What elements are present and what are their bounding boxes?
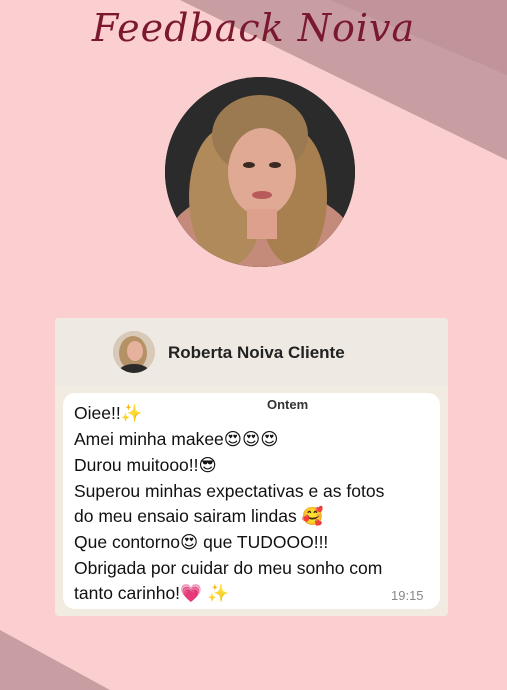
- message-line: Oiee!!✨: [74, 401, 444, 427]
- line-text: Durou muitooo!!: [74, 455, 199, 475]
- line-text: Obrigada por cuidar do meu sonho com: [74, 558, 383, 578]
- sparkles-icon: ✨: [120, 404, 143, 424]
- bride-profile-photo: [165, 77, 355, 267]
- whatsapp-chat-screenshot: Roberta Noiva Cliente Ontem Oiee!!✨ Amei…: [55, 318, 448, 616]
- contact-avatar[interactable]: [113, 331, 155, 373]
- message-text: Oiee!!✨ Amei minha makee😍😍😍 Durou muitoo…: [74, 401, 444, 607]
- chat-header: Roberta Noiva Cliente: [55, 318, 448, 386]
- line-text: que TUDOOO!!!: [198, 532, 329, 552]
- message-line: Superou minhas expectativas e as fotos: [74, 479, 444, 504]
- line-text: Oiee!!: [74, 403, 121, 423]
- heart-eyes-icon: 😍😍😍: [223, 430, 279, 450]
- message-line: Obrigada por cuidar do meu sonho com: [74, 556, 444, 581]
- line-text: tanto carinho!: [74, 583, 181, 603]
- message-time: 19:15: [391, 588, 424, 603]
- line-text: do meu ensaio sairam lindas: [74, 506, 302, 526]
- line-text: Amei minha makee: [74, 429, 224, 449]
- heart-eyes-icon: 😍: [180, 533, 199, 553]
- contact-name[interactable]: Roberta Noiva Cliente: [168, 343, 345, 363]
- line-text: Superou minhas expectativas e as fotos: [74, 481, 385, 501]
- message-line: Que contorno😍 que TUDOOO!!!: [74, 530, 444, 556]
- sunglasses-icon: 😎: [198, 456, 217, 476]
- portrait-icon: [165, 77, 355, 267]
- message-line: do meu ensaio sairam lindas 🥰: [74, 504, 444, 530]
- avatar-icon: [113, 331, 155, 373]
- smiling-hearts-icon: 🥰: [301, 507, 324, 527]
- message-line: Durou muitooo!!😎: [74, 453, 444, 479]
- message-line: tanto carinho!💗 ✨: [74, 581, 444, 607]
- message-line: Amei minha makee😍😍😍: [74, 427, 444, 453]
- line-text: Que contorno: [74, 532, 181, 552]
- page-title: Feedback Noiva: [91, 6, 416, 50]
- heart-sparkles-icon: 💗 ✨: [180, 584, 230, 604]
